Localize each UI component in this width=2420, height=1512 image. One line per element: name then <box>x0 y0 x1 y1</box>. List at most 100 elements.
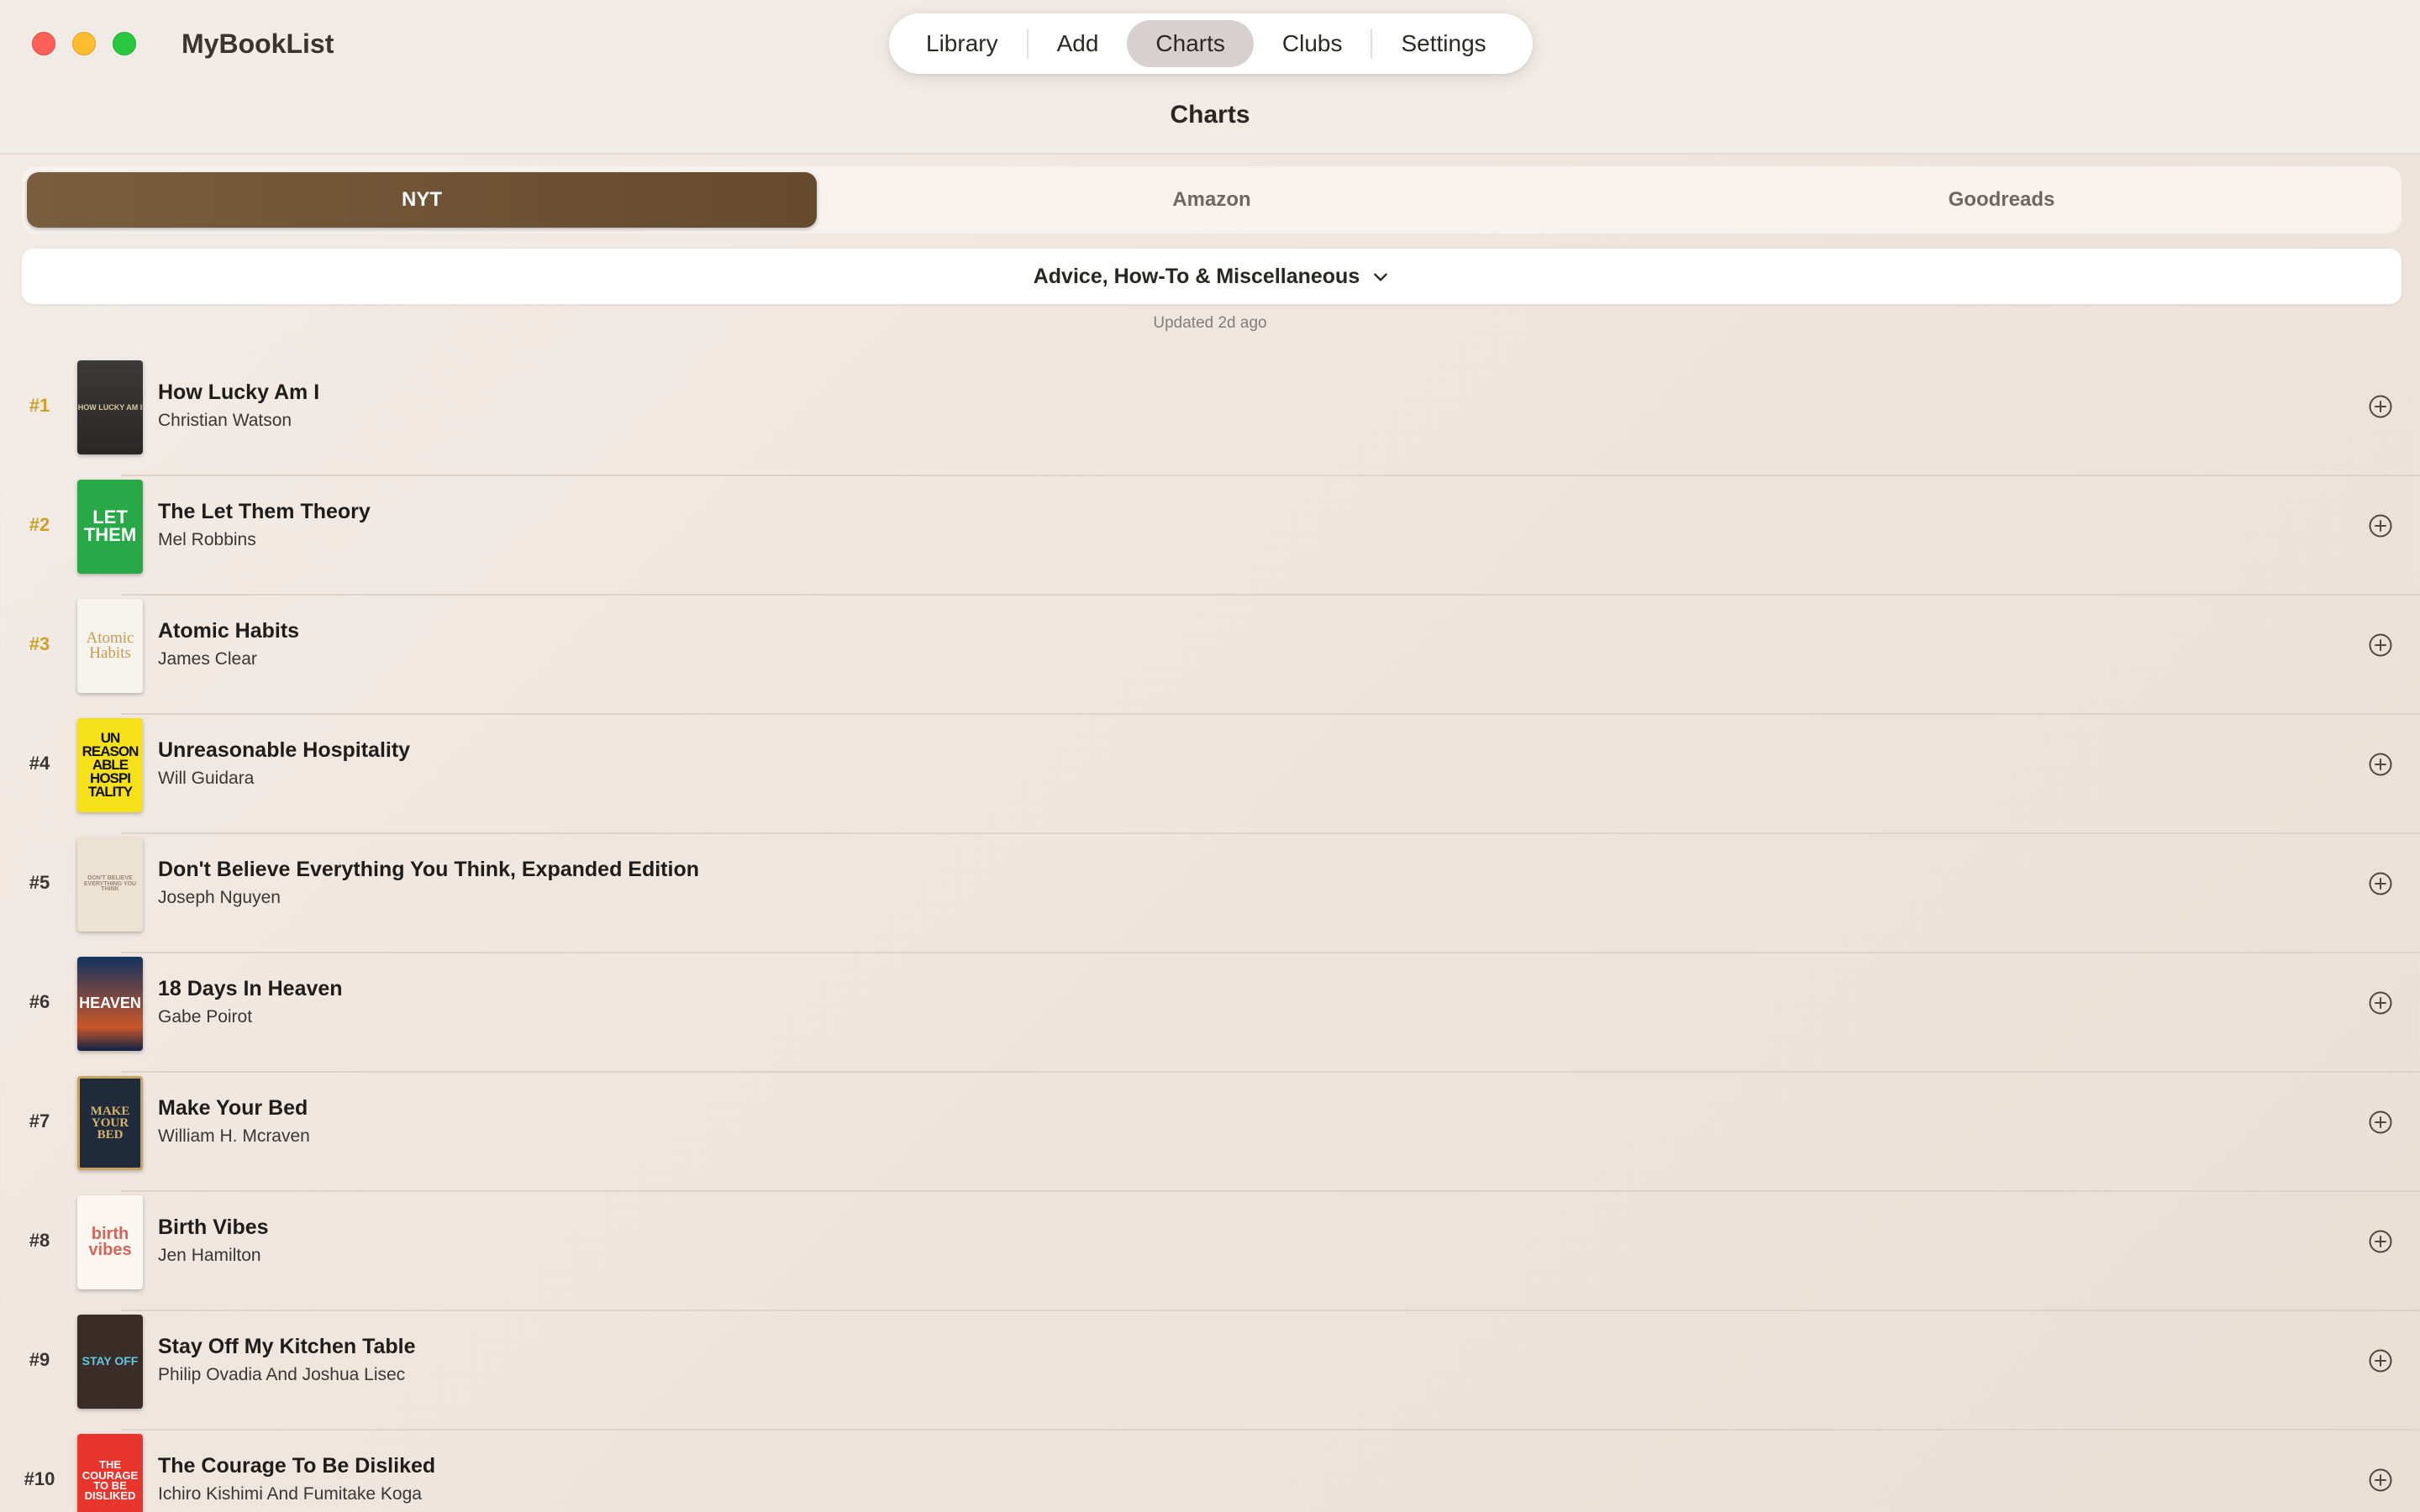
book-title: 18 Days In Heaven <box>158 977 343 1000</box>
list-item[interactable]: #6 HEAVEN 18 Days In Heaven Gabe Poirot <box>0 953 2420 1073</box>
cover-text: UN REASON ABLE HOSPI TALITY <box>82 729 139 801</box>
list-item[interactable]: #4 UN REASON ABLE HOSPI TALITY Unreasona… <box>0 715 2420 834</box>
book-title: Stay Off My Kitchen Table <box>158 1335 416 1358</box>
rank-label: #2 <box>29 514 50 535</box>
rank-label: #7 <box>29 1110 50 1131</box>
book-cover: STAY OFF <box>77 1315 143 1409</box>
add-book-button[interactable] <box>2368 1467 2393 1493</box>
category-label: Advice, How-To & Miscellaneous <box>1033 264 1360 288</box>
rank-label: #5 <box>29 872 50 893</box>
list-item[interactable]: #8 birth vibes Birth Vibes Jen Hamilton <box>0 1192 2420 1311</box>
minimize-window-button[interactable] <box>72 32 96 55</box>
nav-add[interactable]: Add <box>1028 20 1128 67</box>
book-cover: birth vibes <box>77 1195 143 1289</box>
source-segmented-control: NYT Amazon Goodreads <box>22 166 2402 234</box>
nav-library[interactable]: Library <box>897 20 1027 67</box>
plus-circle-icon <box>2369 1468 2392 1492</box>
app-title: MyBookList <box>182 29 334 59</box>
book-author: Will Guidara <box>158 769 255 788</box>
add-book-button[interactable] <box>2368 752 2393 777</box>
cover-text: MAKE YOUR BED <box>90 1104 130 1142</box>
updated-timestamp: Updated 2d ago <box>1153 314 1267 332</box>
cover-text: HEAVEN <box>79 995 141 1012</box>
cover-text: HOW LUCKY AM I <box>77 402 143 412</box>
book-cover: HOW LUCKY AM I <box>77 360 143 454</box>
book-author: Ichiro Kishimi And Fumitake Koga <box>158 1484 422 1504</box>
rank-label: #8 <box>29 1230 50 1251</box>
book-title: Atomic Habits <box>158 619 300 643</box>
list-item[interactable]: #5 DON'T BELIEVE EVERYTHING YOU THINK Do… <box>0 834 2420 953</box>
add-book-button[interactable] <box>2368 633 2393 658</box>
book-title: Make Your Bed <box>158 1096 308 1120</box>
book-title: Birth Vibes <box>158 1215 269 1239</box>
category-dropdown[interactable]: Advice, How-To & Miscellaneous <box>22 249 2402 304</box>
book-author: Mel Robbins <box>158 530 256 549</box>
nav-settings[interactable]: Settings <box>1372 20 1514 67</box>
book-cover: MAKE YOUR BED <box>77 1076 143 1170</box>
book-cover: Atomic Habits <box>77 599 143 693</box>
list-item[interactable]: #9 STAY OFF Stay Off My Kitchen Table Ph… <box>0 1311 2420 1431</box>
cover-text: DON'T BELIEVE EVERYTHING YOU THINK <box>83 875 137 893</box>
plus-circle-icon <box>2369 514 2392 538</box>
plus-circle-icon <box>2369 1349 2392 1373</box>
source-tab-amazon[interactable]: Amazon <box>817 172 1607 228</box>
rank-label: #9 <box>29 1349 50 1370</box>
book-cover: HEAVEN <box>77 957 143 1051</box>
rank-label: #10 <box>24 1468 55 1489</box>
book-title: The Let Them Theory <box>158 500 371 523</box>
main-nav: Library Add Charts Clubs Settings <box>889 13 1533 74</box>
book-title: Unreasonable Hospitality <box>158 738 411 762</box>
book-cover: DON'T BELIEVE EVERYTHING YOU THINK <box>77 837 143 932</box>
cover-text: THE COURAGE TO BE DISLIKED <box>82 1458 139 1503</box>
rank-label: #4 <box>29 753 50 774</box>
list-item[interactable]: #1 HOW LUCKY AM I How Lucky Am I Christi… <box>0 357 2420 476</box>
add-book-button[interactable] <box>2368 1110 2393 1135</box>
book-title: The Courage To Be Disliked <box>158 1454 436 1478</box>
plus-circle-icon <box>2369 1230 2392 1253</box>
book-author: Jen Hamilton <box>158 1246 261 1265</box>
book-author: William H. Mcraven <box>158 1126 310 1146</box>
book-title: Don't Believe Everything You Think, Expa… <box>158 858 699 881</box>
book-author: Philip Ovadia And Joshua Lisec <box>158 1365 406 1384</box>
page-title: Charts <box>1170 101 1250 129</box>
book-cover: LET THEM <box>77 480 143 574</box>
plus-circle-icon <box>2369 872 2392 895</box>
plus-circle-icon <box>2369 991 2392 1015</box>
add-book-button[interactable] <box>2368 871 2393 896</box>
rank-label: #1 <box>29 395 50 416</box>
source-tab-goodreads[interactable]: Goodreads <box>1607 172 2396 228</box>
list-item[interactable]: #2 LET THEM The Let Them Theory Mel Robb… <box>0 476 2420 596</box>
add-book-button[interactable] <box>2368 513 2393 538</box>
chevron-down-icon <box>1371 266 1390 286</box>
nav-charts[interactable]: Charts <box>1127 20 1254 67</box>
rank-label: #3 <box>29 633 50 654</box>
plus-circle-icon <box>2369 395 2392 418</box>
book-cover: THE COURAGE TO BE DISLIKED <box>77 1434 143 1512</box>
nav-clubs[interactable]: Clubs <box>1254 20 1371 67</box>
cover-text: STAY OFF <box>82 1354 139 1368</box>
add-book-button[interactable] <box>2368 1229 2393 1254</box>
add-book-button[interactable] <box>2368 1348 2393 1373</box>
book-author: James Clear <box>158 649 257 669</box>
cover-text: Atomic Habits <box>86 628 134 662</box>
cover-text: LET THEM <box>83 507 137 545</box>
list-item[interactable]: #3 Atomic Habits Atomic Habits James Cle… <box>0 596 2420 715</box>
book-author: Gabe Poirot <box>158 1007 253 1026</box>
rank-label: #6 <box>29 991 50 1012</box>
book-cover: UN REASON ABLE HOSPI TALITY <box>77 718 143 812</box>
book-title: How Lucky Am I <box>158 381 320 404</box>
window-controls <box>32 32 136 55</box>
close-window-button[interactable] <box>32 32 55 55</box>
title-bar: MyBookList Library Add Charts Clubs Sett… <box>0 0 2420 155</box>
source-tab-nyt[interactable]: NYT <box>27 172 817 228</box>
book-author: Christian Watson <box>158 411 292 430</box>
zoom-window-button[interactable] <box>113 32 136 55</box>
list-item[interactable]: #7 MAKE YOUR BED Make Your Bed William H… <box>0 1073 2420 1192</box>
book-author: Joseph Nguyen <box>158 888 281 907</box>
cover-text: birth vibes <box>88 1225 132 1259</box>
add-book-button[interactable] <box>2368 394 2393 419</box>
list-item[interactable]: #10 THE COURAGE TO BE DISLIKED The Coura… <box>0 1431 2420 1512</box>
add-book-button[interactable] <box>2368 990 2393 1016</box>
plus-circle-icon <box>2369 753 2392 776</box>
plus-circle-icon <box>2369 633 2392 657</box>
